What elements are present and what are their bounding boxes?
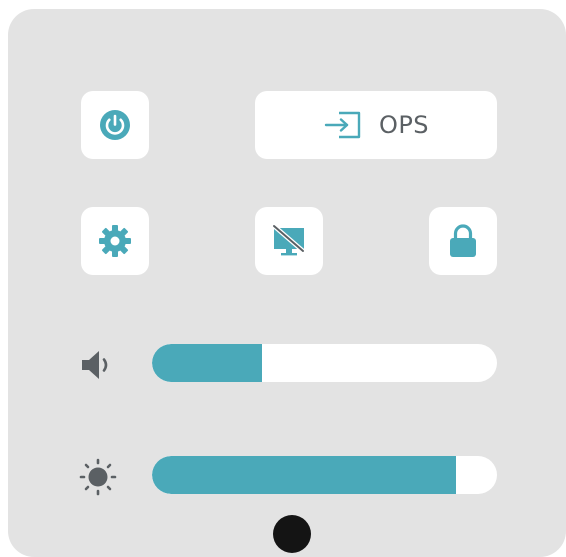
lock-icon [450,224,476,257]
speaker-icon [82,351,108,379]
lock-button[interactable] [429,207,497,275]
sun-icon [79,458,117,496]
brightness-slider[interactable] [152,456,497,494]
ops-input-button[interactable]: OPS [255,91,497,159]
volume-indicator [78,347,118,383]
power-button[interactable] [81,91,149,159]
screen-off-button[interactable] [255,207,323,275]
settings-button[interactable] [81,207,149,275]
volume-slider-fill [152,344,263,382]
ops-label: OPS [378,111,430,139]
brightness-slider-fill [152,456,456,494]
quick-control-panel: OPS [8,9,566,557]
input-source-icon [324,111,361,139]
camera-dot [273,515,311,553]
volume-slider[interactable] [152,344,497,382]
screen-off-icon [271,223,306,256]
power-icon [100,110,130,140]
gear-icon [99,225,131,257]
brightness-indicator [78,457,118,497]
